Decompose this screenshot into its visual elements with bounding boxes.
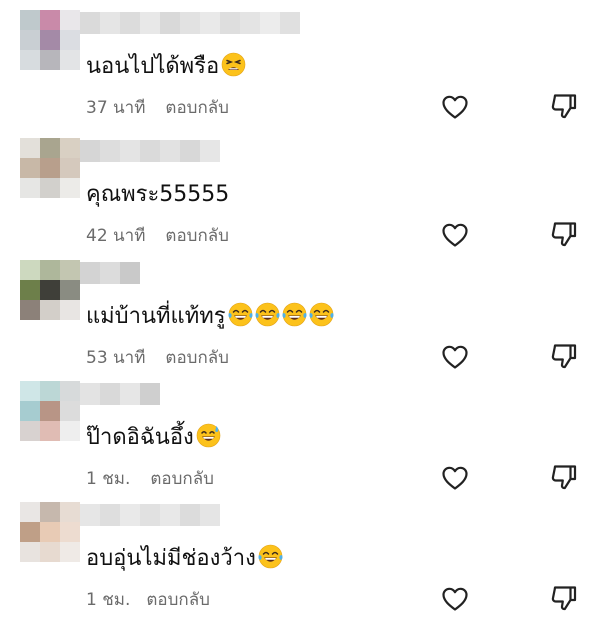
username-blurred[interactable]: [80, 262, 140, 284]
username-blurred[interactable]: [80, 504, 220, 526]
thumbs-down-icon[interactable]: [549, 91, 579, 121]
thumbs-down-icon[interactable]: [549, 341, 579, 371]
reply-button[interactable]: ตอบกลับ: [150, 469, 214, 489]
comment-text: อบอุ่นไม่มีช่องว้าง: [86, 544, 283, 574]
joy-emoji: [228, 302, 253, 327]
avatar[interactable]: [20, 381, 80, 441]
username-blurred[interactable]: [80, 383, 160, 405]
username-blurred[interactable]: [80, 12, 300, 34]
thumbs-down-icon[interactable]: [549, 219, 579, 249]
joy-emoji: [255, 302, 280, 327]
thumbs-down-icon[interactable]: [549, 462, 579, 492]
avatar[interactable]: [20, 502, 80, 562]
comment-body: นอนไปได้พรือ: [86, 54, 220, 79]
joy-emoji: [309, 302, 334, 327]
comment-meta: 1 ชม. ตอบกลับ: [86, 467, 214, 491]
comment-timestamp: 42 นาที: [86, 226, 146, 246]
thumbs-down-icon[interactable]: [549, 583, 579, 613]
joy-emoji: [282, 302, 307, 327]
avatar[interactable]: [20, 260, 80, 320]
comment-item: แม่บ้านที่แท้ทรู 53 นาที ตอบกลับ: [0, 260, 600, 384]
comment-body: อบอุ่นไม่มีช่องว้าง: [86, 546, 256, 571]
comment-text: คุณพระ55555: [86, 180, 229, 210]
reply-button[interactable]: ตอบกลับ: [165, 98, 229, 118]
comment-meta: 53 นาที ตอบกลับ: [86, 346, 229, 370]
comment-text: นอนไปได้พรือ: [86, 52, 246, 82]
heart-icon[interactable]: [440, 342, 470, 372]
comment-timestamp: 37 นาที: [86, 98, 146, 118]
heart-icon[interactable]: [440, 584, 470, 614]
reply-button[interactable]: ตอบกลับ: [165, 348, 229, 368]
comment-item: ป๊าดอิฉันอึ้ง 1 ชม. ตอบกลับ: [0, 381, 600, 505]
comment-timestamp: 1 ชม.: [86, 590, 131, 610]
avatar[interactable]: [20, 138, 80, 198]
heart-icon[interactable]: [440, 92, 470, 122]
comment-timestamp: 53 นาที: [86, 348, 146, 368]
comment-body: แม่บ้านที่แท้ทรู: [86, 304, 226, 329]
avatar[interactable]: [20, 10, 80, 70]
heart-icon[interactable]: [440, 463, 470, 493]
username-blurred[interactable]: [80, 140, 220, 162]
reply-button[interactable]: ตอบกลับ: [146, 590, 210, 610]
comment-item: นอนไปได้พรือ 37 นาที ตอบกลับ: [0, 10, 600, 134]
heart-icon[interactable]: [440, 220, 470, 250]
comment-meta: 42 นาที ตอบกลับ: [86, 224, 229, 248]
comment-meta: 1 ชม. ตอบกลับ: [86, 588, 210, 612]
sweat-smile-emoji: [196, 423, 221, 448]
comment-item: คุณพระ55555 42 นาที ตอบกลับ: [0, 138, 600, 262]
joy-emoji: [258, 544, 283, 569]
comment-item: อบอุ่นไม่มีช่องว้าง 1 ชม. ตอบกลับ: [0, 502, 600, 626]
comment-timestamp: 1 ชม.: [86, 469, 131, 489]
comment-meta: 37 นาที ตอบกลับ: [86, 96, 229, 120]
comment-body: คุณพระ55555: [86, 182, 230, 207]
reply-button[interactable]: ตอบกลับ: [165, 226, 229, 246]
comment-text: ป๊าดอิฉันอึ้ง: [86, 423, 221, 453]
comment-text: แม่บ้านที่แท้ทรู: [86, 302, 334, 332]
tired-face-emoji: [221, 52, 246, 77]
comment-body: ป๊าดอิฉันอึ้ง: [86, 425, 194, 450]
